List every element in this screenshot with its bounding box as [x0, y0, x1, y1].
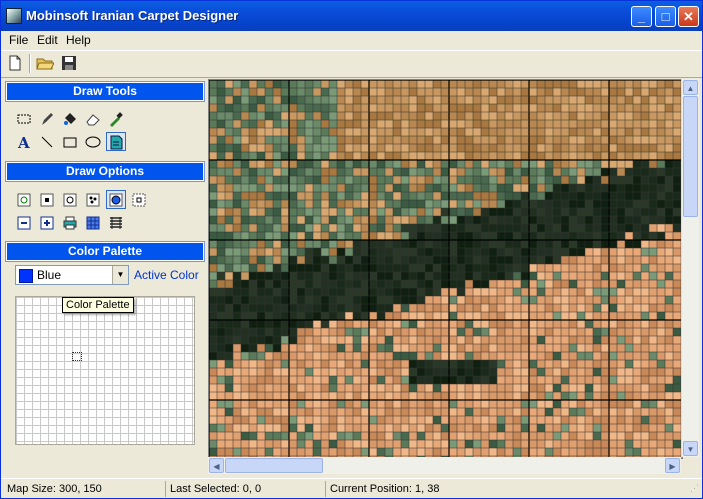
new-file-icon — [9, 55, 21, 71]
main-window: Mobinsoft Iranian Carpet Designer _ □ ✕ … — [0, 0, 703, 499]
circle-dot-icon — [63, 193, 77, 206]
scroll-right-icon[interactable]: ▶ — [665, 458, 680, 473]
resize-grip-icon: ⋰ — [690, 483, 699, 493]
minimize-button[interactable]: _ — [631, 6, 652, 27]
scroll-left-icon[interactable]: ◀ — [209, 458, 224, 473]
zoom-in-option[interactable] — [37, 213, 57, 232]
circle-fill-option[interactable] — [106, 190, 126, 209]
window-title: Mobinsoft Iranian Carpet Designer — [26, 8, 239, 23]
new-file-button[interactable] — [6, 54, 24, 72]
color-palette-tooltip: Color Palette — [62, 297, 134, 313]
selected-color-swatch — [19, 269, 33, 283]
draw-tools-header: Draw Tools — [5, 81, 205, 102]
pencil-icon — [42, 112, 53, 125]
grid-option[interactable] — [83, 213, 103, 232]
lines-option[interactable] — [106, 213, 126, 232]
frame-option[interactable] — [129, 190, 149, 209]
circle-fill-icon — [109, 193, 123, 206]
color-palette-header: Color Palette — [5, 241, 205, 262]
maximize-button[interactable]: □ — [655, 6, 676, 27]
square-dot-option[interactable] — [37, 190, 57, 209]
active-color-label: Active Color — [134, 268, 199, 282]
close-button[interactable]: ✕ — [678, 6, 699, 27]
color-palette-grid[interactable] — [15, 296, 195, 445]
carpet-canvas[interactable] — [208, 79, 683, 459]
vertical-scroll-thumb[interactable] — [683, 96, 698, 217]
save-button[interactable] — [60, 54, 78, 72]
fill-tool[interactable] — [60, 109, 80, 128]
eyedropper-tool[interactable] — [106, 109, 126, 128]
map-size-status: Map Size: 300, 150 — [7, 483, 102, 495]
zoom-in-icon — [40, 216, 54, 229]
title-bar: Mobinsoft Iranian Carpet Designer _ □ ✕ — [1, 1, 702, 31]
current-position-status: Current Position: 1, 38 — [325, 481, 439, 497]
rectangle-icon — [63, 137, 77, 147]
text-tool[interactable]: A — [14, 132, 34, 151]
line-tool[interactable] — [37, 132, 57, 151]
pattern-fill-tool[interactable] — [106, 132, 126, 151]
menu-bar: File Edit Help — [1, 31, 702, 49]
text-icon: A — [17, 134, 30, 150]
rectangle-tool[interactable] — [60, 132, 80, 151]
color-select[interactable]: Blue ▼ — [15, 265, 129, 285]
scroll-up-icon[interactable]: ▲ — [683, 80, 698, 95]
eraser-tool[interactable] — [83, 109, 103, 128]
print-option[interactable] — [60, 213, 80, 232]
toolbar — [1, 50, 702, 78]
pencil-tool[interactable] — [37, 109, 57, 128]
draw-options-header: Draw Options — [5, 161, 205, 182]
ellipse-tool[interactable] — [83, 132, 103, 151]
pattern-fill-icon — [110, 135, 123, 149]
rotate-option[interactable] — [14, 190, 34, 209]
scatter-option[interactable] — [83, 190, 103, 209]
zoom-out-icon — [17, 216, 31, 229]
horizontal-scrollbar[interactable]: ◀ ▶ — [208, 457, 681, 474]
open-folder-icon — [36, 58, 54, 70]
save-disk-icon — [62, 56, 76, 70]
select-rect-icon — [17, 114, 31, 123]
open-button[interactable] — [36, 54, 54, 72]
status-bar: Map Size: 300, 150 Last Selected: 0, 0 C… — [1, 478, 702, 499]
toolbar-separator — [29, 54, 31, 73]
square-dot-icon — [40, 193, 54, 206]
print-icon — [63, 216, 77, 229]
dropdown-arrow-icon[interactable]: ▼ — [112, 266, 128, 284]
menu-file[interactable]: File — [9, 33, 28, 47]
lines-icon — [110, 216, 122, 229]
palette-cursor — [72, 352, 82, 361]
eraser-icon — [86, 113, 100, 125]
scroll-down-icon[interactable]: ▼ — [683, 441, 698, 456]
vertical-scrollbar[interactable]: ▲ ▼ — [681, 79, 699, 457]
menu-edit[interactable]: Edit — [37, 33, 58, 47]
horizontal-scroll-thumb[interactable] — [225, 458, 323, 473]
line-icon — [41, 136, 53, 147]
svg-text:A: A — [17, 134, 30, 150]
rotate-icon — [17, 193, 31, 206]
select-rect-tool[interactable] — [14, 109, 34, 128]
carpet-pixel-map — [209, 80, 682, 458]
ellipse-icon — [85, 136, 101, 147]
last-selected-status: Last Selected: 0, 0 — [165, 481, 261, 497]
scatter-icon — [86, 193, 100, 206]
grid-icon — [86, 216, 100, 229]
circle-dot-option[interactable] — [60, 190, 80, 209]
selected-color-name: Blue — [37, 268, 62, 282]
app-icon — [6, 8, 22, 24]
fill-bucket-icon — [64, 112, 76, 125]
frame-icon — [132, 193, 146, 206]
zoom-out-option[interactable] — [14, 213, 34, 232]
left-panel: Draw Tools A Draw Options Color Palette … — [4, 79, 205, 453]
menu-help[interactable]: Help — [66, 33, 91, 47]
eyedropper-icon — [110, 111, 123, 127]
